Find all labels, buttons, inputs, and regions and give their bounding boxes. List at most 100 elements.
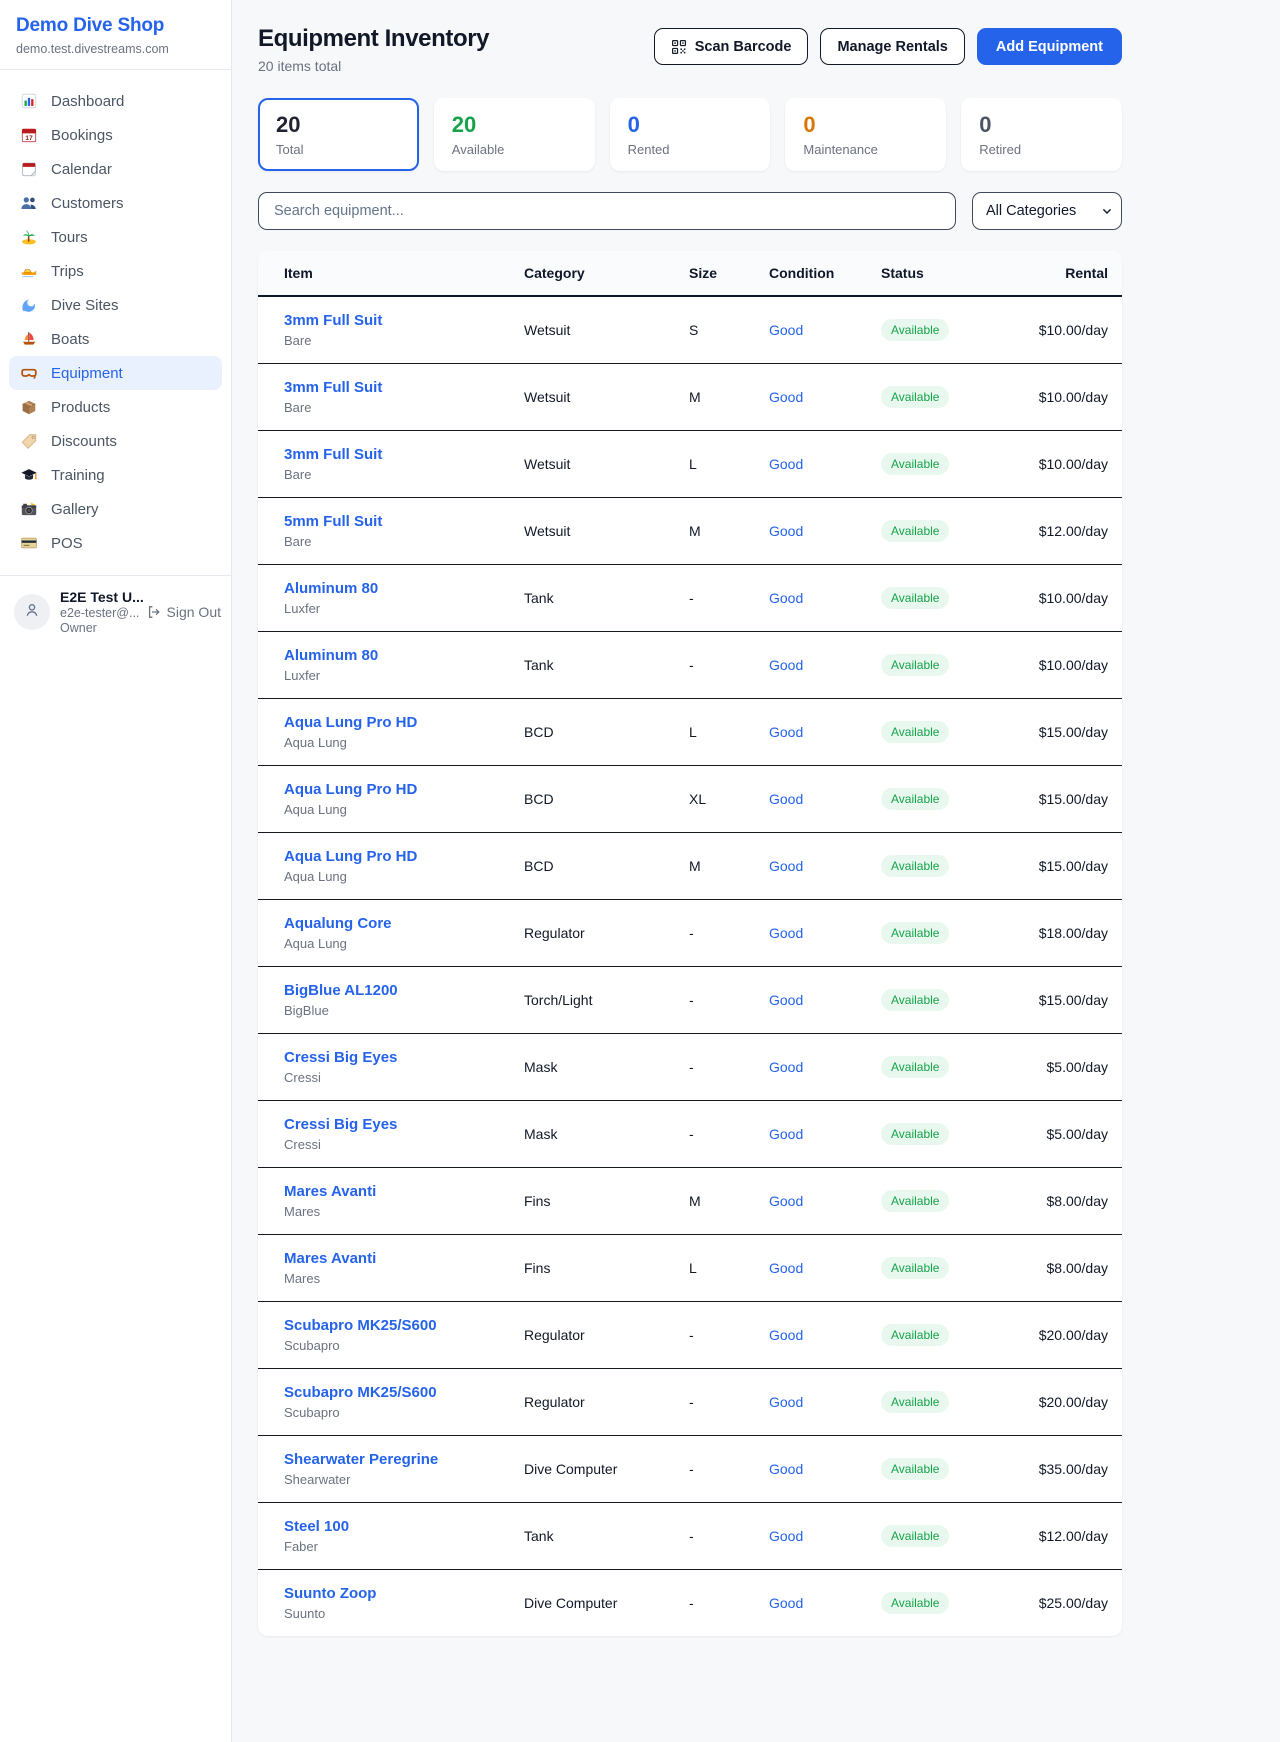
sidebar-item-gallery[interactable]: Gallery xyxy=(9,492,222,526)
item-name-link[interactable]: Scubapro MK25/S600 xyxy=(284,1384,492,1401)
island-icon xyxy=(20,228,38,246)
item-name-link[interactable]: Cressi Big Eyes xyxy=(284,1116,492,1133)
condition-link[interactable]: Good xyxy=(769,1394,803,1410)
add-equipment-button[interactable]: Add Equipment xyxy=(977,28,1122,65)
item-name-link[interactable]: Suunto Zoop xyxy=(284,1585,492,1602)
rental-price: $8.00/day xyxy=(1015,1168,1122,1235)
item-name-link[interactable]: 5mm Full Suit xyxy=(284,513,492,530)
scan-barcode-label: Scan Barcode xyxy=(695,39,792,55)
sidebar-item-dashboard[interactable]: Dashboard xyxy=(9,84,222,118)
item-brand: Aqua Lung xyxy=(284,936,492,951)
item-size: L xyxy=(673,699,753,766)
item-name-link[interactable]: 3mm Full Suit xyxy=(284,379,492,396)
stat-label: Total xyxy=(276,142,401,157)
item-name-link[interactable]: Aqualung Core xyxy=(284,915,492,932)
condition-link[interactable]: Good xyxy=(769,1327,803,1343)
sidebar-item-pos[interactable]: POS xyxy=(9,526,222,560)
item-name-link[interactable]: Scubapro MK25/S600 xyxy=(284,1317,492,1334)
tear-calendar-icon xyxy=(20,160,38,178)
item-name-link[interactable]: BigBlue AL1200 xyxy=(284,982,492,999)
status-badge: Available xyxy=(881,453,949,475)
sidebar-item-trips[interactable]: Trips xyxy=(9,254,222,288)
main-content: Equipment Inventory 20 items total Scan … xyxy=(232,0,1280,1742)
condition-link[interactable]: Good xyxy=(769,791,803,807)
stat-card-total[interactable]: 20Total xyxy=(258,98,419,171)
item-name-link[interactable]: 3mm Full Suit xyxy=(284,446,492,463)
item-size: M xyxy=(673,498,753,565)
condition-link[interactable]: Good xyxy=(769,858,803,874)
item-name-link[interactable]: Aluminum 80 xyxy=(284,647,492,664)
condition-link[interactable]: Good xyxy=(769,1059,803,1075)
status-badge: Available xyxy=(881,721,949,743)
condition-link[interactable]: Good xyxy=(769,1595,803,1611)
condition-link[interactable]: Good xyxy=(769,925,803,941)
sidebar-item-calendar[interactable]: Calendar xyxy=(9,152,222,186)
sidebar-item-training[interactable]: Training xyxy=(9,458,222,492)
rental-price: $20.00/day xyxy=(1015,1302,1122,1369)
item-brand: Bare xyxy=(284,333,492,348)
table-row: Mares AvantiMaresFinsMGoodAvailable$8.00… xyxy=(258,1168,1122,1235)
item-name-link[interactable]: Mares Avanti xyxy=(284,1250,492,1267)
condition-link[interactable]: Good xyxy=(769,1528,803,1544)
logout-icon xyxy=(146,604,162,620)
table-row: Mares AvantiMaresFinsLGoodAvailable$8.00… xyxy=(258,1235,1122,1302)
item-name-link[interactable]: Aqua Lung Pro HD xyxy=(284,781,492,798)
sidebar-item-tours[interactable]: Tours xyxy=(9,220,222,254)
condition-link[interactable]: Good xyxy=(769,456,803,472)
condition-link[interactable]: Good xyxy=(769,389,803,405)
status-badge: Available xyxy=(881,922,949,944)
status-badge: Available xyxy=(881,1391,949,1413)
item-name-link[interactable]: Aqua Lung Pro HD xyxy=(284,714,492,731)
condition-link[interactable]: Good xyxy=(769,1461,803,1477)
sidebar-item-equipment[interactable]: Equipment xyxy=(9,356,222,390)
condition-link[interactable]: Good xyxy=(769,590,803,606)
sidebar-item-label: Dive Sites xyxy=(51,297,119,314)
item-brand: Shearwater xyxy=(284,1472,492,1487)
search-input[interactable] xyxy=(258,192,956,230)
item-size: M xyxy=(673,1168,753,1235)
condition-link[interactable]: Good xyxy=(769,724,803,740)
status-badge: Available xyxy=(881,989,949,1011)
sidebar-item-discounts[interactable]: Discounts xyxy=(9,424,222,458)
item-brand: Faber xyxy=(284,1539,492,1554)
condition-link[interactable]: Good xyxy=(769,1193,803,1209)
brand-domain: demo.test.divestreams.com xyxy=(16,42,215,56)
people-icon xyxy=(20,194,38,212)
condition-link[interactable]: Good xyxy=(769,1126,803,1142)
condition-link[interactable]: Good xyxy=(769,1260,803,1276)
item-name-link[interactable]: 3mm Full Suit xyxy=(284,312,492,329)
stat-card-retired[interactable]: 0Retired xyxy=(961,98,1122,171)
sidebar-item-customers[interactable]: Customers xyxy=(9,186,222,220)
item-category: BCD xyxy=(508,766,673,833)
sign-out-button[interactable]: Sign Out xyxy=(146,604,221,620)
sidebar-item-dive-sites[interactable]: Dive Sites xyxy=(9,288,222,322)
item-category: Dive Computer xyxy=(508,1570,673,1637)
condition-link[interactable]: Good xyxy=(769,992,803,1008)
table-row: Scubapro MK25/S600ScubaproRegulator-Good… xyxy=(258,1302,1122,1369)
stat-card-available[interactable]: 20Available xyxy=(434,98,595,171)
status-badge: Available xyxy=(881,855,949,877)
sidebar-item-boats[interactable]: Boats xyxy=(9,322,222,356)
item-name-link[interactable]: Mares Avanti xyxy=(284,1183,492,1200)
stat-card-rented[interactable]: 0Rented xyxy=(610,98,771,171)
condition-link[interactable]: Good xyxy=(769,657,803,673)
sidebar-item-label: Bookings xyxy=(51,127,113,144)
equipment-table-card: ItemCategorySizeConditionStatusRental 3m… xyxy=(258,251,1122,1636)
item-name-link[interactable]: Aluminum 80 xyxy=(284,580,492,597)
item-name-link[interactable]: Shearwater Peregrine xyxy=(284,1451,492,1468)
sidebar-item-products[interactable]: Products xyxy=(9,390,222,424)
item-name-link[interactable]: Steel 100 xyxy=(284,1518,492,1535)
sidebar-item-label: POS xyxy=(51,535,83,552)
stat-card-maintenance[interactable]: 0Maintenance xyxy=(785,98,946,171)
condition-link[interactable]: Good xyxy=(769,322,803,338)
scan-barcode-button[interactable]: Scan Barcode xyxy=(654,28,809,65)
condition-link[interactable]: Good xyxy=(769,523,803,539)
item-name-link[interactable]: Aqua Lung Pro HD xyxy=(284,848,492,865)
item-category: Mask xyxy=(508,1034,673,1101)
box-icon xyxy=(20,398,38,416)
sidebar-item-bookings[interactable]: 17Bookings xyxy=(9,118,222,152)
item-name-link[interactable]: Cressi Big Eyes xyxy=(284,1049,492,1066)
sidebar-item-label: Boats xyxy=(51,331,89,348)
manage-rentals-button[interactable]: Manage Rentals xyxy=(820,28,964,65)
category-filter-select[interactable]: All Categories xyxy=(972,192,1122,230)
